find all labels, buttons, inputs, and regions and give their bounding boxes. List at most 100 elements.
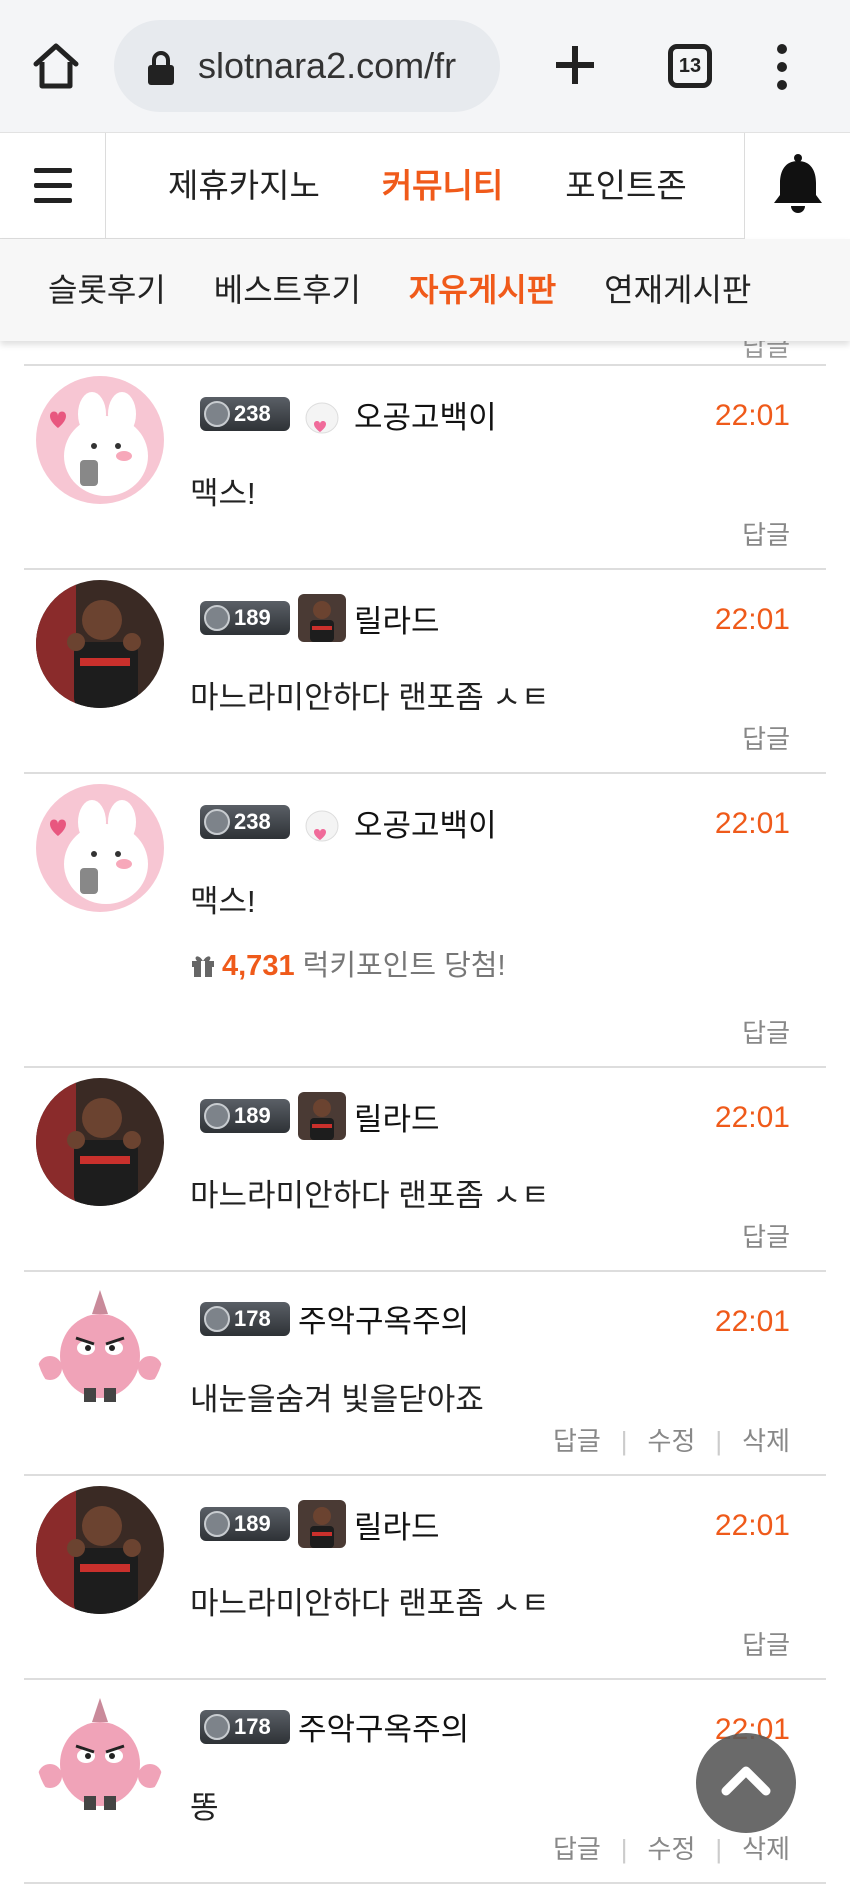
new-tab-icon[interactable] xyxy=(552,42,598,88)
level-icon xyxy=(204,809,230,835)
hamburger-menu-icon[interactable] xyxy=(0,133,106,239)
level-icon xyxy=(204,605,230,631)
action-divider: | xyxy=(715,1834,723,1864)
comment-text: 맥스! xyxy=(190,884,256,919)
comment-text: 맥스! xyxy=(190,476,256,511)
nav-item-point-zone[interactable]: 포인트존 xyxy=(565,133,686,239)
tab-slot-review[interactable]: 슬롯후기 xyxy=(48,239,166,341)
comment-actions: 답글 xyxy=(742,1625,790,1662)
nav-item-community[interactable]: 커뮤니티 xyxy=(382,133,503,239)
comment-item: 238 오공고백이 22:01 맥스! 답글 xyxy=(24,366,826,570)
level-icon xyxy=(204,401,230,427)
comment-list: 답글 238 오공고백이 22:01 맥스! 답글 189 릴라드 22:01 … xyxy=(24,332,826,1884)
delete-button[interactable]: 삭제 xyxy=(742,1426,790,1456)
reply-button[interactable]: 답글 xyxy=(553,1834,601,1864)
nickname[interactable]: 릴라드 xyxy=(354,1094,440,1139)
reply-button[interactable]: 답글 xyxy=(742,1630,790,1660)
player-avatar-icon xyxy=(36,580,164,708)
comment-item: 189 릴라드 22:01 마느라미안하다 랜포좀 ㅅㅌ 답글 xyxy=(24,1068,826,1272)
bell-icon xyxy=(774,154,822,213)
level-badge: 189 xyxy=(200,1507,290,1541)
avatar[interactable] xyxy=(36,1078,164,1206)
nickname[interactable]: 릴라드 xyxy=(354,1502,440,1547)
nickname[interactable]: 릴라드 xyxy=(354,596,440,641)
comment-meta: 238 오공고백이 xyxy=(200,798,497,850)
comment-meta: 189 릴라드 xyxy=(200,1500,440,1552)
garlic-avatar-icon xyxy=(36,1690,164,1818)
comment-actions: 답글 xyxy=(742,515,790,552)
level-number: 238 xyxy=(234,401,271,426)
comment-meta: 178 주악구옥주의 xyxy=(200,1704,469,1756)
reply-button[interactable]: 답글 xyxy=(553,1426,601,1456)
lock-icon xyxy=(148,51,174,85)
tab-best-review[interactable]: 베스트후기 xyxy=(214,239,361,341)
nickname[interactable]: 오공고백이 xyxy=(354,392,497,437)
avatar[interactable] xyxy=(36,1282,164,1410)
url-text[interactable]: slotnara2.com/fr xyxy=(198,44,488,88)
level-badge: 189 xyxy=(200,1099,290,1133)
browser-toolbar: slotnara2.com/fr 13 xyxy=(0,0,850,133)
action-divider: | xyxy=(620,1426,628,1456)
garlic-avatar-icon xyxy=(36,1282,164,1410)
scroll-to-top-button[interactable] xyxy=(696,1733,796,1833)
lucky-points-label: 럭키포인트 당첨! xyxy=(302,950,506,982)
comment-actions: 답글 | 수정 | 삭제 xyxy=(553,1829,790,1866)
avatar[interactable] xyxy=(36,784,164,912)
reply-button[interactable]: 답글 xyxy=(742,1222,790,1252)
lucky-point-notice: 4,731 럭키포인트 당첨! xyxy=(190,942,506,984)
level-icon xyxy=(204,1305,230,1332)
level-icon xyxy=(204,1103,230,1129)
bunny-avatar-icon xyxy=(36,784,164,912)
reply-button[interactable]: 답글 xyxy=(742,724,790,754)
action-divider: | xyxy=(620,1834,628,1864)
edit-button[interactable]: 수정 xyxy=(648,1834,696,1864)
nickname[interactable]: 오공고백이 xyxy=(354,800,497,845)
comment-text: 마느라미안하다 랜포좀 ㅅㅌ xyxy=(190,1586,550,1621)
level-number: 178 xyxy=(234,1713,271,1739)
comment-meta: 238 오공고백이 xyxy=(200,390,497,442)
reply-button[interactable]: 답글 xyxy=(742,520,790,550)
avatar[interactable] xyxy=(36,1486,164,1614)
address-bar[interactable]: slotnara2.com/fr xyxy=(114,20,500,112)
board-subnav: 슬롯후기 베스트후기 자유게시판 연재게시판 xyxy=(0,239,850,341)
level-icon xyxy=(204,1511,230,1537)
action-divider: | xyxy=(715,1426,723,1456)
comment-time: 22:01 xyxy=(714,603,790,636)
bunny-avatar-icon xyxy=(36,376,164,504)
comment-item: 189 릴라드 22:01 마느라미안하다 랜포좀 ㅅㅌ 답글 xyxy=(24,1476,826,1680)
gift-icon xyxy=(192,956,214,977)
level-badge: 189 xyxy=(200,601,290,635)
avatar[interactable] xyxy=(36,580,164,708)
level-number: 189 xyxy=(234,1511,271,1536)
more-menu-icon[interactable] xyxy=(772,42,792,92)
comment-actions: 답글 | 수정 | 삭제 xyxy=(553,1421,790,1458)
avatar[interactable] xyxy=(36,376,164,504)
tab-serial-board[interactable]: 연재게시판 xyxy=(604,239,751,341)
lucky-points-value: 4,731 xyxy=(222,950,295,982)
level-number: 189 xyxy=(234,605,271,630)
tab-count-button[interactable]: 13 xyxy=(668,44,712,88)
notification-button[interactable] xyxy=(744,133,850,239)
comment-text: 마느라미안하다 랜포좀 ㅅㅌ xyxy=(190,680,550,715)
comment-time: 22:01 xyxy=(714,1305,790,1338)
user-icon xyxy=(298,798,346,846)
nickname[interactable]: 주악구옥주의 xyxy=(298,1296,469,1341)
nickname[interactable]: 주악구옥주의 xyxy=(298,1704,469,1749)
level-number: 178 xyxy=(234,1305,271,1331)
comment-meta: 189 릴라드 xyxy=(200,1092,440,1144)
level-badge: 178 xyxy=(200,1709,290,1744)
home-icon[interactable] xyxy=(30,40,82,92)
level-number: 189 xyxy=(234,1103,271,1128)
edit-button[interactable]: 수정 xyxy=(648,1426,696,1456)
reply-button[interactable]: 답글 xyxy=(742,1018,790,1048)
comment-meta: 178 주악구옥주의 xyxy=(200,1296,469,1348)
nav-item-partner-casino[interactable]: 제휴카지노 xyxy=(168,133,320,239)
site-nav-items: 제휴카지노커뮤니티포인트존슬 xyxy=(106,133,744,239)
player-avatar-icon xyxy=(36,1078,164,1206)
tab-free-board[interactable]: 자유게시판 xyxy=(409,239,556,341)
comment-item: 238 오공고백이 22:01 맥스! 4,731 럭키포인트 당첨! 답글 xyxy=(24,774,826,1068)
user-icon xyxy=(298,594,346,642)
chevron-up-icon xyxy=(721,1766,771,1796)
delete-button[interactable]: 삭제 xyxy=(742,1834,790,1864)
avatar[interactable] xyxy=(36,1690,164,1818)
